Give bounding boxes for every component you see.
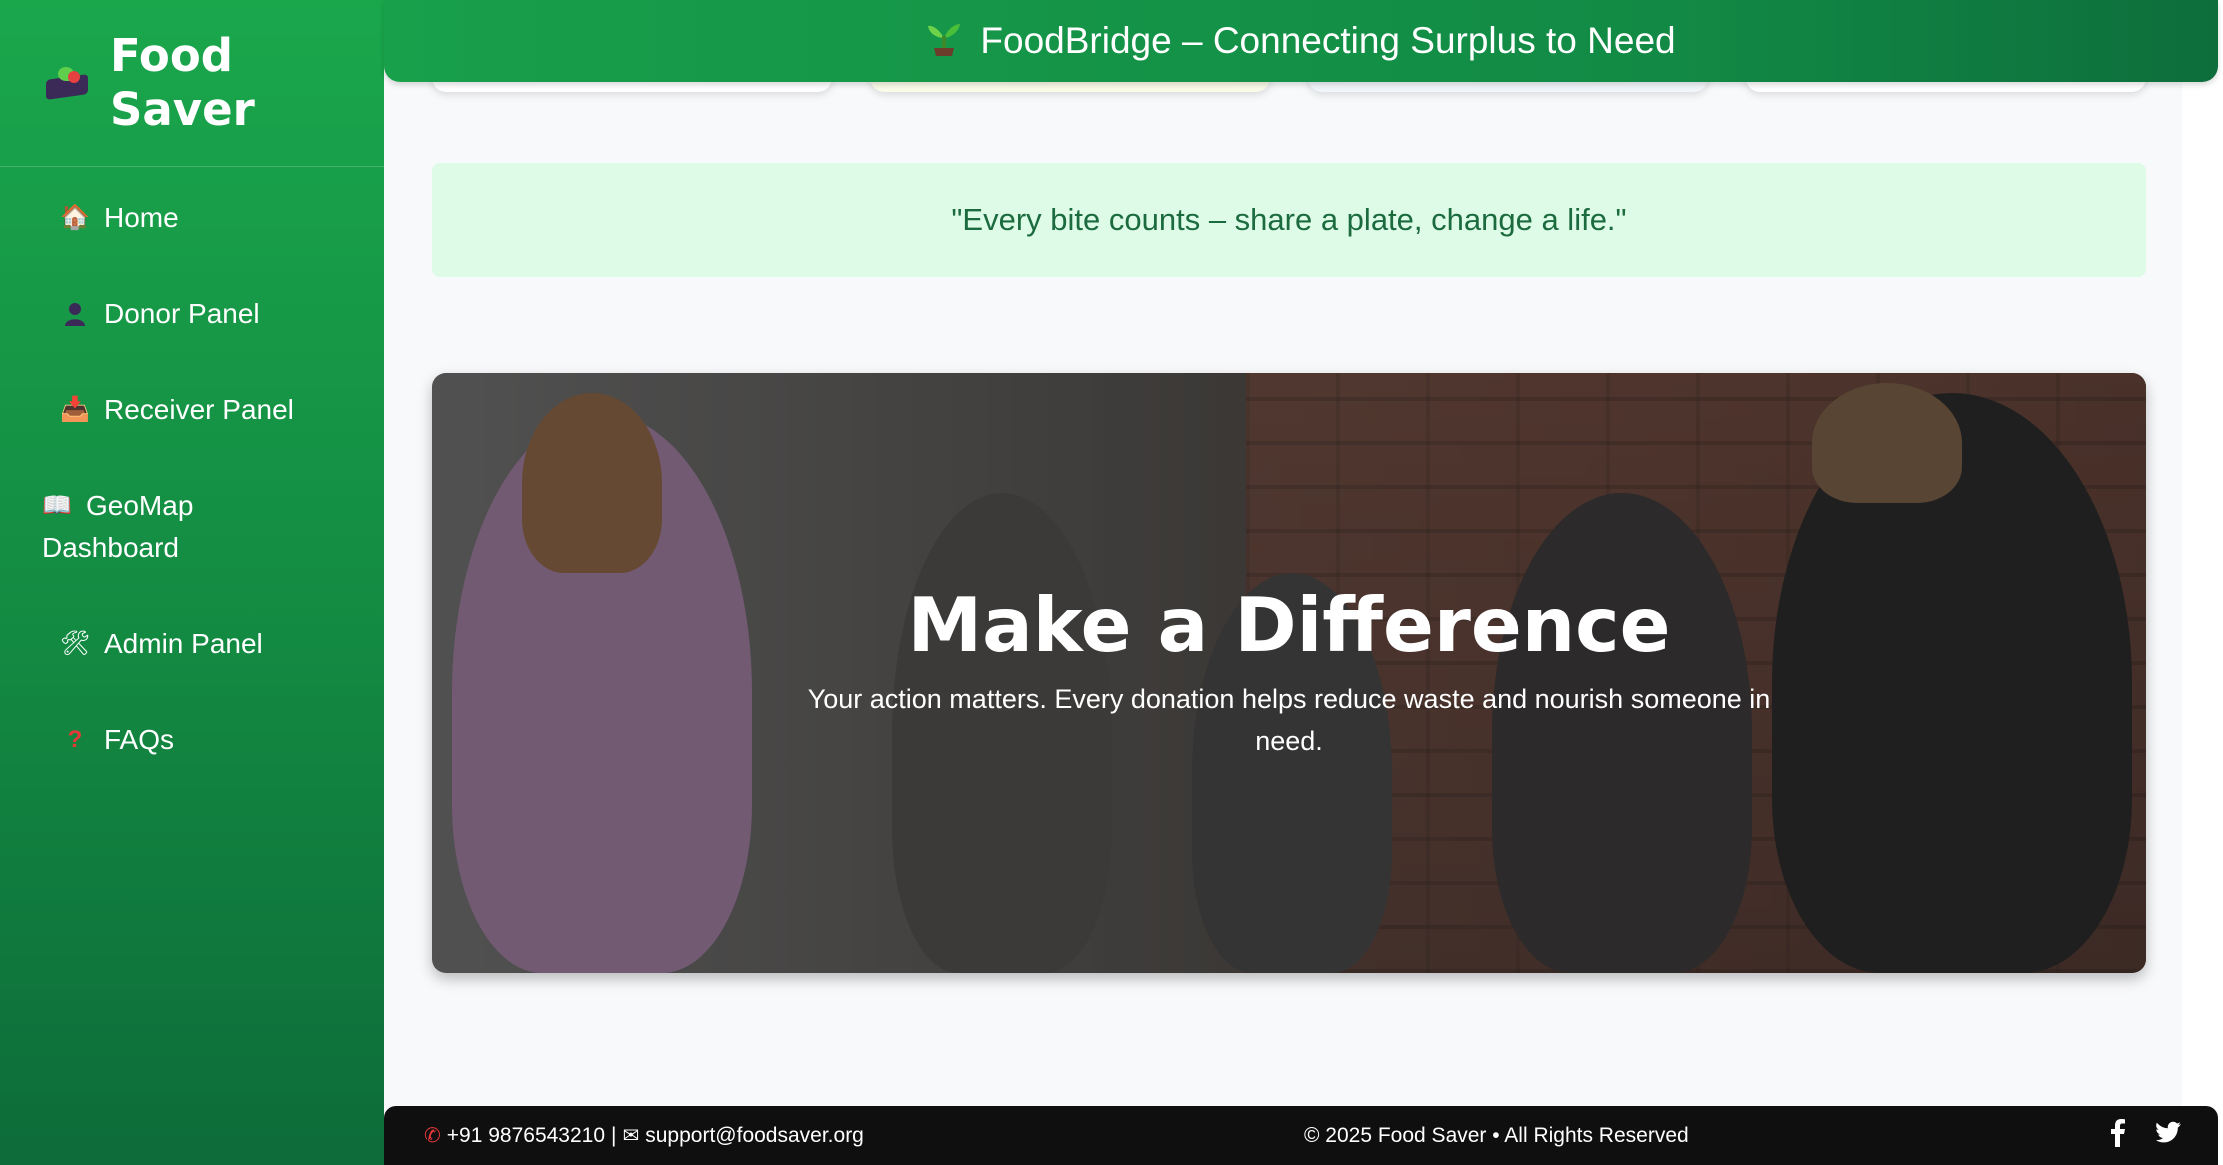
page-title: FoodBridge – Connecting Surplus to Need	[980, 20, 1676, 61]
mail-icon: ✉	[622, 1125, 640, 1147]
house-icon: 🏠	[60, 204, 90, 231]
footer-separator: |	[611, 1123, 617, 1147]
hero-title: Make a Difference	[907, 581, 1671, 669]
sidebar-item-label: Receiver Panel	[104, 394, 294, 425]
brand-title-line1: Food	[110, 29, 233, 82]
footer-email-link[interactable]: support@foodsaver.org	[645, 1124, 864, 1148]
footer-copyright: © 2025 Food Saver • All Rights Reserved	[1304, 1123, 1689, 1147]
quote-text: "Every bite counts – share a plate, chan…	[951, 202, 1627, 237]
food-box-icon	[42, 63, 90, 103]
sidebar: Food Saver 🏠 Home Donor Panel 📥 Receiver…	[0, 0, 384, 1165]
main-content: FoodBridge – Connecting Surplus to Need …	[384, 0, 2223, 1165]
sidebar-item-admin-panel[interactable]: 🛠 Admin Panel	[60, 623, 384, 665]
sidebar-item-donor-panel[interactable]: Donor Panel	[60, 293, 384, 335]
quote-banner: "Every bite counts – share a plate, chan…	[432, 163, 2146, 277]
footer: ✆ +91 9876543210 | ✉ support@foodsaver.o…	[384, 1106, 2218, 1165]
sidebar-item-label: Donor Panel	[104, 298, 260, 329]
sidebar-item-receiver-panel[interactable]: 📥 Receiver Panel	[60, 389, 384, 431]
person-icon	[60, 299, 90, 329]
sprout-icon	[926, 18, 962, 65]
brand-title: Food Saver	[110, 29, 255, 137]
map-icon: 📖	[42, 492, 72, 519]
sidebar-item-home[interactable]: 🏠 Home	[60, 197, 384, 239]
sidebar-item-geomap-dashboard[interactable]: 📖 GeoMap Dashboard	[42, 485, 384, 569]
sidebar-nav: 🏠 Home Donor Panel 📥 Receiver Panel 📖 Ge…	[0, 167, 384, 761]
top-header: FoodBridge – Connecting Surplus to Need	[384, 0, 2218, 82]
sidebar-item-label: GeoMap	[86, 490, 194, 521]
hero-overlay	[432, 373, 2146, 973]
sidebar-item-label-line2: Dashboard	[42, 532, 179, 563]
sidebar-item-label: Home	[104, 202, 179, 233]
phone-icon: ✆	[424, 1125, 441, 1147]
hero-subtitle: Your action matters. Every donation help…	[807, 684, 1771, 756]
hero-banner: Make a Difference Your action matters. E…	[432, 373, 2146, 973]
sidebar-item-label: Admin Panel	[104, 628, 263, 659]
brand[interactable]: Food Saver	[0, 0, 384, 167]
brand-title-line2: Saver	[110, 83, 255, 136]
sidebar-item-label: FAQs	[104, 724, 175, 755]
footer-social	[2110, 1118, 2182, 1153]
facebook-icon[interactable]	[2110, 1118, 2126, 1153]
inbox-icon: 📥	[60, 396, 90, 423]
tools-icon: 🛠	[59, 630, 91, 657]
footer-phone[interactable]: +91 9876543210	[447, 1124, 605, 1148]
scrollbar-track[interactable]	[2182, 0, 2223, 1165]
question-icon: ?	[67, 726, 83, 753]
sidebar-item-faqs[interactable]: ? FAQs	[60, 719, 384, 761]
twitter-icon[interactable]	[2154, 1121, 2182, 1151]
footer-contact: ✆ +91 9876543210 | ✉ support@foodsaver.o…	[424, 1123, 864, 1148]
